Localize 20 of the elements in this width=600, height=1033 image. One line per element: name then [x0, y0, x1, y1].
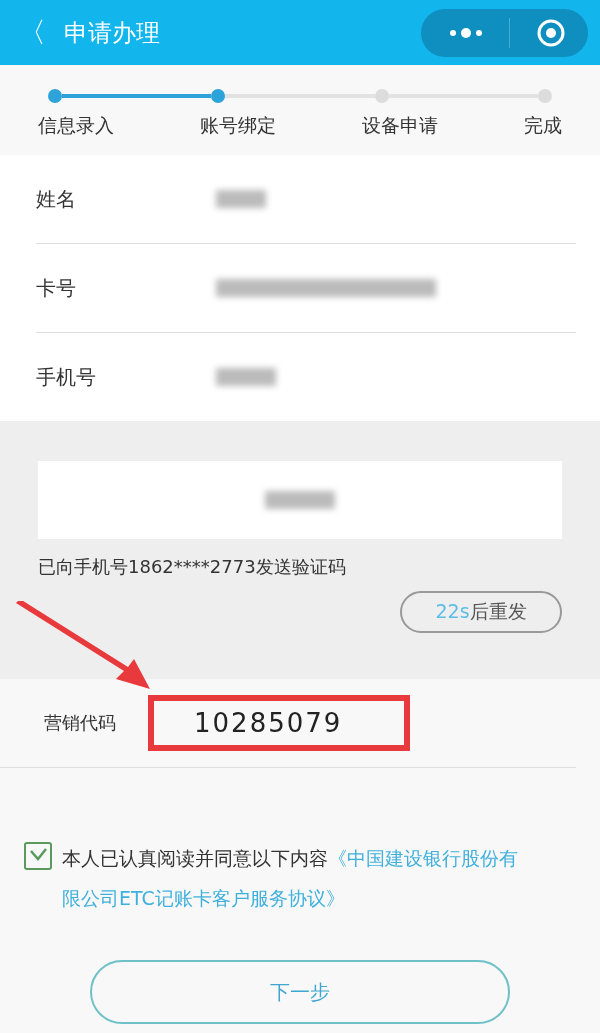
agreement-link[interactable]: 限公司ETC记账卡客户服务协议》 [62, 887, 345, 909]
agreement-text: 本人已认真阅读并同意以下内容《中国建设银行股份有 限公司ETC记账卡客户服务协议》 [62, 846, 518, 911]
sms-notice: 已向手机号1862****2773发送验证码 [38, 555, 347, 579]
field-label: 手机号 [36, 363, 97, 391]
page-title: 申请办理 [64, 17, 161, 49]
field-label: 姓名 [36, 185, 77, 213]
field-label: 卡号 [36, 274, 77, 302]
step-label: 账号绑定 [200, 113, 276, 138]
back-icon[interactable]: 〈 [18, 13, 58, 52]
marketing-code-value: 10285079 [194, 708, 343, 738]
next-button[interactable]: 下一步 [90, 960, 510, 1024]
field-label: 营销代码 [44, 711, 117, 735]
step-label: 完成 [524, 113, 562, 138]
close-icon[interactable] [536, 17, 566, 48]
step-label: 信息录入 [38, 113, 114, 138]
agreement-link[interactable]: 《中国建设银行股份有 [328, 847, 518, 869]
checkbox[interactable] [24, 842, 52, 870]
code-field[interactable] [38, 461, 562, 539]
more-icon[interactable] [449, 26, 483, 39]
step-label: 设备申请 [362, 113, 438, 138]
